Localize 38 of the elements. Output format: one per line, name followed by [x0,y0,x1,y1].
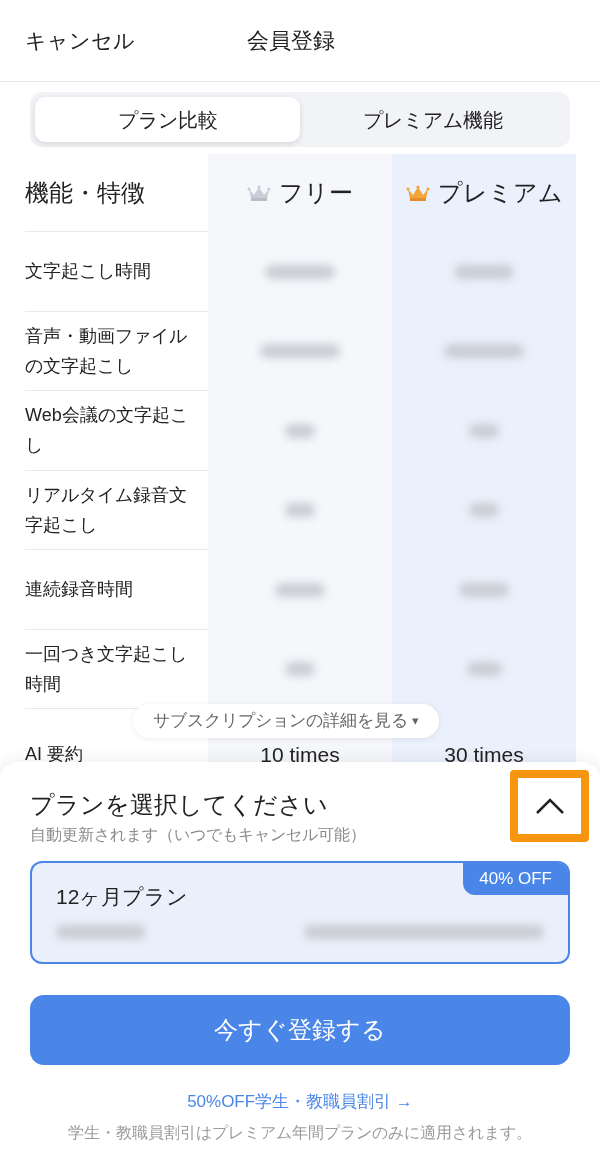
discount-badge: 40% OFF [463,863,568,895]
sheet-subtitle: 自動更新されます（いつでもキャンセル可能） [30,825,366,845]
blurred-value [285,503,315,518]
feature-label: 文字起こし時間 [25,260,151,284]
feature-label: 一回つき文字起こし時間 [25,642,188,696]
cancel-link[interactable]: キャンセル [25,24,247,57]
blurred-value [275,582,325,597]
feature-label: 音声・動画ファイルの文字起こし [25,324,188,378]
blurred-value [459,582,509,597]
blurred-value [469,423,499,438]
register-button[interactable]: 今すぐ登録する [30,995,570,1065]
discount-note: 学生・教職員割引はプレミアム年間プランのみに適用されます。 [68,1122,532,1143]
feature-label: リアルタイム録音文字起こし [25,483,188,537]
tab[interactable]: プラン比較 [35,97,300,142]
table-cell-text: 30 times [444,742,524,768]
crown-icon [405,184,430,202]
table-cell-text: 10 times [260,742,340,768]
crown-icon [247,184,271,202]
blurred-value [265,264,335,279]
plan-card[interactable]: 12ヶ月プラン 40% OFF [30,861,570,964]
blurred-value [285,423,315,438]
plan-header: フリー [208,154,392,232]
blurred-value [469,503,499,518]
plan-name: 12ヶ月プラン [56,885,189,908]
feature-label: AI 要約 [25,743,83,766]
tab[interactable]: プレミアム機能 [300,97,565,142]
blurred-value [454,264,514,279]
collapse-button[interactable] [510,770,589,842]
page-title: 会員登録 [247,27,335,55]
blurred-value [285,662,315,677]
feature-label: Web会議の文字起こし [25,404,189,458]
student-discount-link[interactable]: 50%OFF学生・教職員割引 → [187,1089,413,1115]
subscription-details-button[interactable]: サブスクリプションの詳細を見る ▾ [133,704,439,738]
chevron-up-icon [534,797,565,815]
plan-header: プレミアム [392,154,576,232]
feature-label: 連続録音時間 [25,578,133,602]
blurred-value [466,662,502,677]
sheet-title: プランを選択してください [30,790,329,820]
